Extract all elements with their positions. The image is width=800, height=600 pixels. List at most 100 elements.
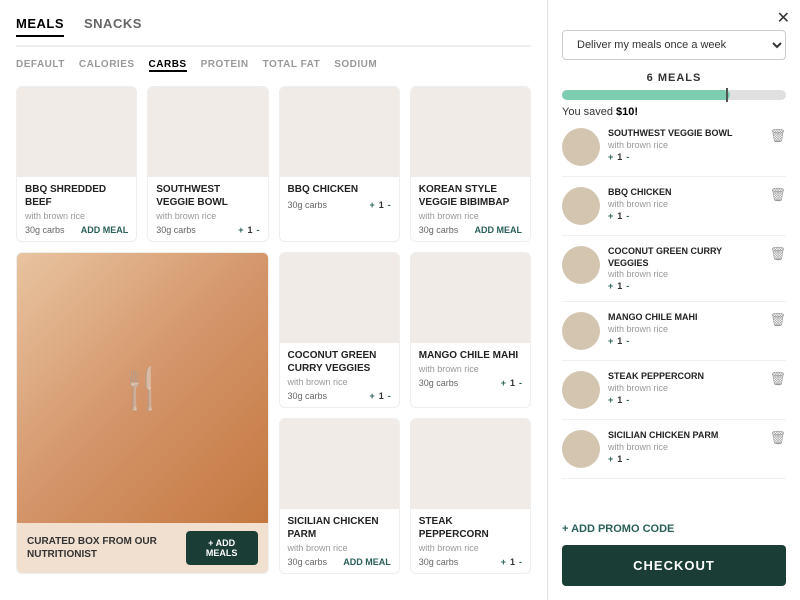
qty-ctrl-curry: + 1 - — [369, 391, 390, 401]
cart-item-name-curry: COCONUT GREEN CURRY VEGGIES — [608, 246, 761, 269]
meal-footer-korean: 30g carbs ADD MEAL — [419, 225, 522, 235]
meal-card-korean[interactable]: KOREAN STYLE VEGGIE BIBIMBAP with brown … — [410, 86, 531, 242]
cart-item-bbq-chicken: BBQ CHICKEN with brown rice + 1 - 🗑 — [562, 187, 786, 236]
meal-info-sicilian: SICILIAN CHICKEN PARM with brown rice 30… — [280, 509, 399, 573]
qty-num-steak: 1 — [510, 557, 515, 567]
cart-item-veggie-bowl: SOUTHWEST VEGGIE BOWL with brown rice + … — [562, 128, 786, 177]
meal-image-veggie-bowl — [148, 87, 267, 177]
meal-footer-curry: 30g carbs + 1 - — [288, 391, 391, 401]
cart-item-details-steak: STEAK PEPPERCORN with brown rice + 1 - — [608, 371, 761, 405]
qty-minus-curry[interactable]: - — [388, 391, 391, 401]
cart-item-sub-bbq-chicken: with brown rice — [608, 199, 761, 209]
filter-sodium[interactable]: SODIUM — [334, 59, 377, 72]
add-meal-korean[interactable]: ADD MEAL — [475, 225, 523, 235]
filter-calories[interactable]: CALORIES — [79, 59, 135, 72]
filter-default[interactable]: DEFAULT — [16, 59, 65, 72]
meal-image-bbq-beef — [17, 87, 136, 177]
cart-delete-curry[interactable]: 🗑 — [769, 246, 786, 262]
meal-image-sicilian — [280, 419, 399, 509]
qty-ctrl-mango: + 1 - — [501, 378, 522, 388]
qty-minus-bbq-chicken[interactable]: - — [388, 200, 391, 210]
cart-qty-plus-veggie-bowl[interactable]: + — [608, 152, 613, 162]
cart-delete-bbq-chicken[interactable]: 🗑 — [769, 187, 786, 203]
meal-card-curry[interactable]: COCONUT GREEN CURRY VEGGIES with brown r… — [279, 252, 400, 408]
qty-plus-steak[interactable]: + — [501, 557, 506, 567]
meal-info-steak: STEAK PEPPERCORN with brown rice 30g car… — [411, 509, 530, 573]
cart-qty-num-mango: 1 — [617, 336, 622, 346]
qty-minus-mango[interactable]: - — [519, 378, 522, 388]
progress-bar-fill — [562, 90, 730, 100]
cart-delete-mango[interactable]: 🗑 — [769, 312, 786, 328]
cart-item-img-mango — [562, 312, 600, 350]
meal-footer-sicilian: 30g carbs ADD MEAL — [288, 557, 391, 567]
cart-qty-minus-curry[interactable]: - — [626, 281, 629, 291]
cart-item-details-sicilian: SICILIAN CHICKEN PARM with brown rice + … — [608, 430, 761, 464]
meal-card-sicilian[interactable]: SICILIAN CHICKEN PARM with brown rice 30… — [279, 418, 400, 574]
cart-item-name-steak: STEAK PEPPERCORN — [608, 371, 761, 383]
meal-carbs-sicilian: 30g carbs — [288, 557, 328, 567]
add-meal-bbq-beef[interactable]: ADD MEAL — [81, 225, 129, 235]
meal-card-bbq-beef[interactable]: BBQ SHREDDED BEEF with brown rice 30g ca… — [16, 86, 137, 242]
filter-total-fat[interactable]: TOTAL FAT — [263, 59, 321, 72]
meal-footer-mango: 30g carbs + 1 - — [419, 378, 522, 388]
qty-minus-veggie-bowl[interactable]: - — [257, 225, 260, 235]
cart-qty-minus-bbq-chicken[interactable]: - — [626, 211, 629, 221]
qty-plus-mango[interactable]: + — [501, 378, 506, 388]
cart-qty-plus-curry[interactable]: + — [608, 281, 613, 291]
tab-meals[interactable]: MEALS — [16, 16, 64, 37]
progress-bar-container — [562, 90, 786, 100]
meal-image-mango — [411, 253, 530, 343]
cart-delete-steak[interactable]: 🗑 — [769, 371, 786, 387]
promo-code-link[interactable]: + ADD PROMO CODE — [562, 523, 786, 535]
cart-qty-plus-bbq-chicken[interactable]: + — [608, 211, 613, 221]
meal-card-veggie-bowl[interactable]: SOUTHWEST VEGGIE BOWL with brown rice 30… — [147, 86, 268, 242]
cart-delete-veggie-bowl[interactable]: 🗑 — [769, 128, 786, 144]
cart-item-sub-sicilian: with brown rice — [608, 442, 761, 452]
cart-qty-plus-mango[interactable]: + — [608, 336, 613, 346]
cart-qty-minus-steak[interactable]: - — [626, 395, 629, 405]
qty-plus-curry[interactable]: + — [369, 391, 374, 401]
delivery-dropdown[interactable]: Deliver my meals once a week Deliver my … — [562, 30, 786, 60]
meal-sub-sicilian: with brown rice — [288, 543, 391, 553]
qty-ctrl-veggie-bowl: + 1 - — [238, 225, 259, 235]
cart-item-img-steak — [562, 371, 600, 409]
add-meal-sicilian[interactable]: ADD MEAL — [343, 557, 391, 567]
cart-qty-minus-veggie-bowl[interactable]: - — [626, 152, 629, 162]
featured-footer: CURATED BOX FROM OUR NUTRITIONIST + ADD … — [17, 523, 268, 573]
meal-card-steak[interactable]: STEAK PEPPERCORN with brown rice 30g car… — [410, 418, 531, 574]
close-button[interactable]: ✕ — [777, 8, 790, 28]
filter-carbs[interactable]: CARBS — [149, 59, 187, 72]
meal-info-curry: COCONUT GREEN CURRY VEGGIES with brown r… — [280, 343, 399, 407]
cart-qty-plus-sicilian[interactable]: + — [608, 454, 613, 464]
savings-amount: $10! — [616, 106, 638, 118]
savings-text: You saved $10! — [562, 106, 786, 118]
cart-qty-ctrl-mango: + 1 - — [608, 336, 761, 346]
cart-item-img-bbq-chicken — [562, 187, 600, 225]
cart-qty-ctrl-steak: + 1 - — [608, 395, 761, 405]
cart-item-sub-mango: with brown rice — [608, 324, 761, 334]
cart-qty-minus-mango[interactable]: - — [626, 336, 629, 346]
meal-image-bbq-chicken — [280, 87, 399, 177]
meal-carbs-mango: 30g carbs — [419, 378, 459, 388]
qty-num-veggie-bowl: 1 — [247, 225, 252, 235]
meal-grid: BBQ SHREDDED BEEF with brown rice 30g ca… — [16, 86, 531, 574]
cart-qty-plus-steak[interactable]: + — [608, 395, 613, 405]
cart-qty-minus-sicilian[interactable]: - — [626, 454, 629, 464]
qty-plus-veggie-bowl[interactable]: + — [238, 225, 243, 235]
filter-protein[interactable]: PROTEIN — [201, 59, 249, 72]
meal-name-sicilian: SICILIAN CHICKEN PARM — [288, 515, 391, 541]
meal-card-mango[interactable]: MANGO CHILE MAHI with brown rice 30g car… — [410, 252, 531, 408]
main-panel: MEALS SNACKS DEFAULT CALORIES CARBS PROT… — [0, 0, 548, 600]
cart-delete-sicilian[interactable]: 🗑 — [769, 430, 786, 446]
qty-minus-steak[interactable]: - — [519, 557, 522, 567]
meal-card-bbq-chicken[interactable]: BBQ CHICKEN 30g carbs + 1 - — [279, 86, 400, 242]
cart-qty-num-bbq-chicken: 1 — [617, 211, 622, 221]
filter-bar: DEFAULT CALORIES CARBS PROTEIN TOTAL FAT… — [16, 59, 531, 72]
checkout-button[interactable]: CHECKOUT — [562, 545, 786, 586]
qty-plus-bbq-chicken[interactable]: + — [369, 200, 374, 210]
meal-name-curry: COCONUT GREEN CURRY VEGGIES — [288, 349, 391, 375]
cart-item-name-bbq-chicken: BBQ CHICKEN — [608, 187, 761, 199]
add-meals-button[interactable]: + ADD MEALS — [186, 531, 258, 565]
tab-bar: MEALS SNACKS — [16, 16, 531, 47]
tab-snacks[interactable]: SNACKS — [84, 16, 142, 37]
